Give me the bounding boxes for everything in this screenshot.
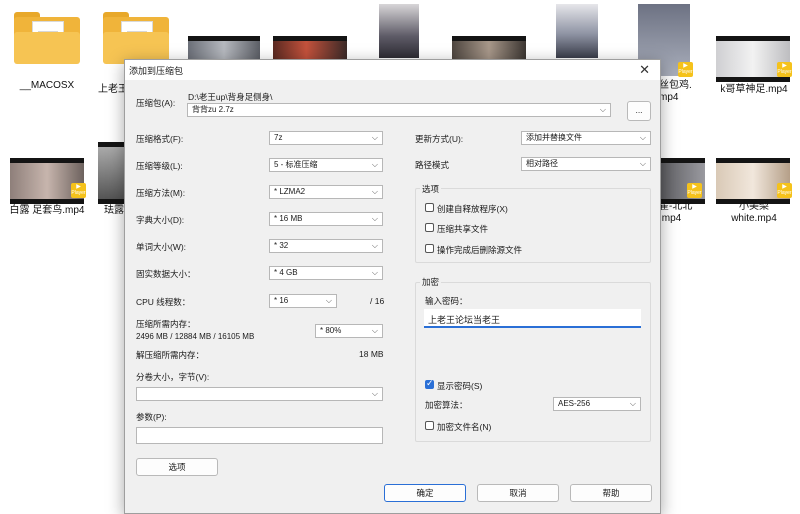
image-thumbnail[interactable] [556, 4, 598, 58]
video-thumbnail[interactable] [98, 142, 124, 204]
file-label: 小美梨 white.mp4 [731, 201, 777, 224]
image-thumbnail[interactable] [379, 4, 419, 58]
word-size-select[interactable]: * 32 ⌵ [269, 239, 383, 253]
method-label: 压缩方法(M): [136, 188, 186, 198]
format-label: 压缩格式(F): [136, 134, 184, 144]
shared-files-label: 压缩共享文件 [437, 224, 489, 234]
path-mode-label: 路径模式 [415, 160, 450, 170]
archive-path: D:\老王up\背身足侧身\ [188, 92, 273, 102]
method-select[interactable]: * LZMA2 ⌵ [269, 185, 383, 199]
memory-label: 压缩所需内存： [136, 319, 196, 329]
chevron-down-icon: ⌵ [325, 296, 332, 305]
chevron-down-icon: ⌵ [371, 160, 378, 169]
show-password-label: 显示密码(S) [437, 381, 483, 391]
player-badge-icon: Player [777, 177, 792, 198]
chevron-down-icon: ⌵ [371, 187, 378, 196]
chevron-down-icon: ⌵ [629, 399, 636, 408]
dictionary-label: 字典大小(D): [136, 215, 185, 225]
file-label: 霍-北北 .mp4 [659, 201, 693, 224]
show-password-checkbox[interactable] [425, 378, 434, 389]
sfx-label: 创建自释放程序(X) [437, 204, 508, 214]
cancel-button[interactable]: 取消 [477, 484, 559, 502]
level-label: 压缩等级(L): [136, 161, 183, 171]
player-badge-icon: Player [777, 56, 792, 77]
memory-usage-select[interactable]: * 80% ⌵ [315, 324, 383, 338]
memory-detail: 2496 MB / 12884 MB / 16105 MB [136, 332, 255, 341]
dialog-title: 添加到压缩包 [129, 66, 184, 76]
options-group-title: 选项 [420, 183, 442, 195]
close-icon[interactable]: ✕ [639, 62, 650, 78]
chevron-down-icon: ⌵ [371, 214, 378, 223]
parameters-input[interactable] [136, 427, 383, 444]
file-label: k哥草神足.mp4 [720, 84, 788, 95]
player-badge-icon: Player [678, 56, 693, 77]
update-mode-label: 更新方式(U): [415, 134, 464, 144]
archive-label: 压缩包(A): [136, 98, 176, 108]
chevron-down-icon: ⌵ [639, 159, 646, 168]
folder-icon[interactable] [14, 12, 80, 64]
decompress-memory-value: 18 MB [359, 349, 384, 359]
player-badge-icon: Player [687, 177, 702, 198]
archive-name-combobox[interactable]: 背背zu 2.7z ⌵ [187, 103, 611, 117]
help-button[interactable]: 帮助 [570, 484, 652, 502]
delete-after-checkbox[interactable] [425, 244, 434, 253]
encryption-method-select[interactable]: AES-256 ⌵ [553, 397, 641, 411]
encryption-group-title: 加密 [420, 276, 442, 288]
file-label: __MACOSX [19, 80, 75, 91]
cpu-threads-max: / 16 [370, 296, 385, 306]
parameters-label: 参数(P): [136, 412, 167, 422]
cpu-threads-select[interactable]: * 16 ⌵ [269, 294, 337, 308]
dictionary-select[interactable]: * 16 MB ⌵ [269, 212, 383, 226]
browse-button[interactable]: ... [627, 101, 651, 121]
delete-after-label: 操作完成后删除源文件 [437, 245, 523, 255]
ok-button[interactable]: 确定 [384, 484, 466, 502]
chevron-down-icon: ⌵ [371, 326, 378, 335]
split-size-label: 分卷大小，字节(V): [136, 372, 210, 382]
encryption-method-label: 加密算法： [425, 400, 468, 410]
file-label: 丝包鸡. mp4 [659, 80, 692, 103]
solid-size-label: 固实数据大小： [136, 269, 196, 279]
chevron-down-icon: ⌵ [371, 389, 378, 398]
title-bar[interactable]: 添加到压缩包 ✕ [125, 60, 660, 80]
player-badge-icon: Player [71, 177, 86, 198]
encrypt-names-label: 加密文件名(N) [437, 422, 492, 432]
split-size-combobox[interactable]: ⌵ [136, 387, 383, 401]
chevron-down-icon: ⌵ [639, 133, 646, 142]
folder-icon[interactable] [103, 12, 169, 64]
chevron-down-icon: ⌵ [371, 133, 378, 142]
path-mode-select[interactable]: 相对路径 ⌵ [521, 157, 651, 171]
chevron-down-icon: ⌵ [599, 105, 606, 114]
chevron-down-icon: ⌵ [371, 241, 378, 250]
password-label: 输入密码： [425, 296, 468, 306]
sfx-checkbox[interactable] [425, 203, 434, 212]
cpu-threads-label: CPU 线程数： [136, 297, 191, 307]
encrypt-names-checkbox[interactable] [425, 421, 434, 430]
shared-files-checkbox[interactable] [425, 223, 434, 232]
word-size-label: 单词大小(W): [136, 242, 187, 252]
format-select[interactable]: 7z ⌵ [269, 131, 383, 145]
level-select[interactable]: 5 - 标准压缩 ⌵ [269, 158, 383, 172]
solid-size-select[interactable]: * 4 GB ⌵ [269, 266, 383, 280]
update-mode-select[interactable]: 添加并替换文件 ⌵ [521, 131, 651, 145]
decompress-memory-label: 解压缩所需内存： [136, 350, 205, 360]
file-label: 白露 足套鸟.mp4 [9, 205, 85, 216]
chevron-down-icon: ⌵ [371, 268, 378, 277]
add-to-archive-dialog: 添加到压缩包 ✕ 压缩包(A): D:\老王up\背身足侧身\ 背背zu 2.7… [124, 59, 661, 514]
password-input[interactable]: 上老王论坛当老王 [424, 309, 641, 328]
options-button[interactable]: 选项 [136, 458, 218, 476]
file-label: 珐露 [104, 205, 124, 216]
